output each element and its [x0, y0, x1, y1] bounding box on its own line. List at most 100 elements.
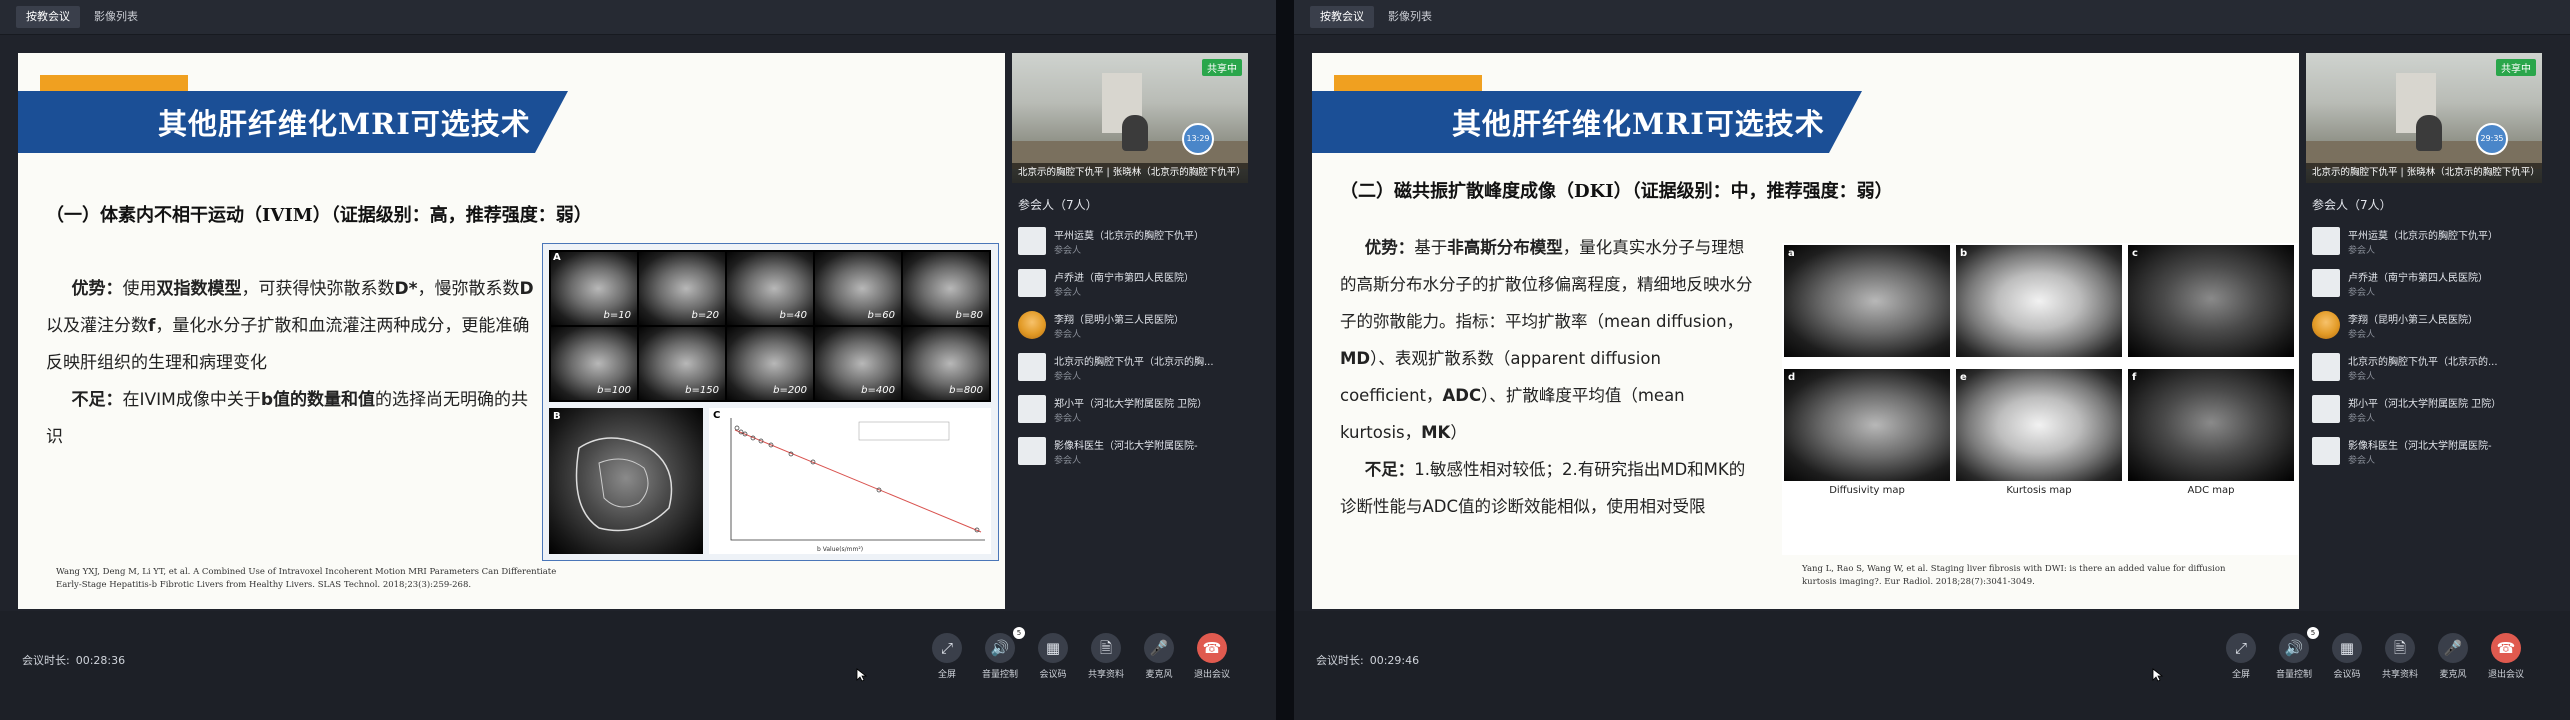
participant-role: 参会人 [1054, 372, 1082, 382]
avatar [1018, 269, 1046, 297]
document-icon: 🗎 [2385, 633, 2415, 663]
volume-button[interactable]: 🔊 5 音量控制 [977, 627, 1025, 680]
slide-body: 优势：使用双指数模型，可获得快弥散系数D*，慢弥散系数D以及灌注分数f，量化水分… [46, 271, 541, 456]
reference-citation: Wang YXJ, Deng M, Li YT, et al. A Combin… [56, 567, 557, 590]
speaker-video[interactable]: 29:35 共享中 北京示的胸腔下仇平 | 张晓林（北京示的胸腔下仇平） [2306, 53, 2542, 183]
microphone-icon: 🎤 [2438, 633, 2468, 663]
control-label: 音量控制 [2275, 670, 2312, 680]
microphone-button[interactable]: 🎤 麦克风 [1136, 633, 1182, 680]
figure-panel-c: C b Value(s/mm²) [709, 408, 991, 554]
participant-name: 李翔（昆明小第三人民医院） [2348, 315, 2478, 326]
advantage-text: 以及灌注分数 [46, 316, 148, 336]
participant-name: 郑小平（河北大学附属医院 卫院） [2348, 399, 2502, 410]
fullscreen-button[interactable]: ⤢ 全屏 [924, 633, 970, 680]
participant-row[interactable]: 卢乔进（南宁市第四人民医院） 参会人 [2312, 267, 2548, 307]
b-value-label: b=150 [685, 385, 719, 396]
b-value-label: b=20 [691, 310, 719, 321]
tab-image-list[interactable]: 影像列表 [84, 6, 148, 28]
tab-image-list[interactable]: 影像列表 [1378, 6, 1442, 28]
avatar [1018, 311, 1046, 339]
participant-row[interactable]: 北京示的胸腔下仇平（北京示的... 参会人 [2312, 351, 2548, 391]
avatar [2312, 437, 2340, 465]
disadvantage-paragraph: 不足：1.敏感性相对较低；2.有研究指出MD和MK的诊断性能与ADC值的诊断效能… [1340, 451, 1760, 525]
participant-row[interactable]: 李翔（昆明小第三人民医院） 参会人 [1018, 309, 1254, 349]
advantage-bold: 非高斯分布模型 [1447, 238, 1563, 257]
meeting-duration: 会议时长: 00:28:36 [22, 652, 125, 668]
meeting-code-button[interactable]: ▦ 会议码 [2324, 633, 2370, 680]
participant-count: 参会人（7人） [2312, 198, 2392, 212]
control-label: 麦克风 [1145, 670, 1173, 680]
participant-name: 卢乔进（南宁市第四人民医院） [1054, 273, 1194, 284]
panel-letter: e [1960, 372, 1967, 383]
dki-map-panel: c [2128, 245, 2294, 357]
advantage-label: 优势： [71, 279, 123, 299]
map-caption: ADC map [2187, 485, 2235, 496]
control-label: 麦克风 [2439, 670, 2467, 680]
mri-slice: b=60 [815, 252, 901, 325]
fit-line [734, 429, 982, 533]
b-value-label: b=200 [773, 385, 807, 396]
control-label: 共享资料 [2381, 670, 2418, 680]
microphone-icon: 🎤 [1144, 633, 1174, 663]
share-files-button[interactable]: 🗎 共享资料 [1083, 633, 1129, 680]
dki-map-panel: e [1956, 369, 2122, 481]
document-icon: 🗎 [1091, 633, 1121, 663]
dki-map-panel: d [1784, 369, 1950, 481]
reference-citation: Yang L, Rao S, Wang W, et al. Staging li… [1802, 564, 2226, 587]
participant-row[interactable]: 北京示的胸腔下仇平（北京示的胸... 参会人 [1018, 351, 1254, 391]
top-tab-bar: 按教会议 影像列表 [0, 0, 1276, 35]
ivim-decay-chart [730, 418, 985, 541]
participant-sidebar: 13:29 共享中 北京示的胸腔下仇平 | 张晓林（北京示的胸腔下仇平） 参会人… [1010, 53, 1264, 611]
tab-meeting[interactable]: 按教会议 [1310, 6, 1374, 28]
meeting-window-left: 按教会议 影像列表 其他肝纤维化MRI可选技术 （一）体素内不相干运动（IVIM… [0, 0, 1276, 720]
participant-row[interactable]: 卢乔进（南宁市第四人民医院） 参会人 [1018, 267, 1254, 307]
microphone-button[interactable]: 🎤 麦克风 [2430, 633, 2476, 680]
participant-row[interactable]: 平州运莫（北京示的胸腔下仇平） 参会人 [2312, 225, 2548, 265]
participant-name: 郑小平（河北大学附属医院 卫院） [1054, 399, 1208, 410]
participant-name: 北京示的胸腔下仇平（北京示的... [2348, 357, 2498, 368]
avatar [2312, 227, 2340, 255]
avatar [1018, 437, 1046, 465]
panel-letter: b [1960, 248, 1968, 259]
control-label: 全屏 [2231, 670, 2250, 680]
hangup-icon: ☎ [1197, 633, 1227, 663]
advantage-text: 基于 [1414, 238, 1448, 257]
advantage-text: ，可获得快弥散系数 [241, 279, 395, 299]
meeting-code-button[interactable]: ▦ 会议码 [1030, 633, 1076, 680]
volume-button[interactable]: 🔊 5 音量控制 [2271, 627, 2319, 680]
dki-map-panel: f [2128, 369, 2294, 481]
video-person [1122, 115, 1148, 151]
control-label: 退出会议 [2487, 670, 2524, 680]
mri-slice: b=200 [727, 327, 813, 400]
speaker-icon: 🔊 [2279, 633, 2309, 663]
advantage-bold: ADC [1442, 386, 1482, 405]
map-caption: Diffusivity map [1829, 485, 1905, 496]
slide-body: 优势：基于非高斯分布模型，量化真实水分子与理想的高斯分布水分子的扩散位移偏离程度… [1340, 229, 1760, 525]
participant-role: 参会人 [2348, 246, 2376, 256]
participant-row[interactable]: 影像科医生（河北大学附属医院- 参会人 [1018, 435, 1254, 475]
qr-code-icon: ▦ [1038, 633, 1068, 663]
panel-letter: f [2132, 372, 2137, 383]
speaker-video[interactable]: 13:29 共享中 北京示的胸腔下仇平 | 张晓林（北京示的胸腔下仇平） [1012, 53, 1248, 183]
dki-figure: a b c d e f Diffusivity map Kurtosis map ADC map [1782, 243, 2298, 555]
participant-role: 参会人 [2348, 330, 2376, 340]
tab-meeting[interactable]: 按教会议 [16, 6, 80, 28]
meeting-duration: 会议时长: 00:29:46 [1316, 652, 1419, 668]
panel-letter: c [2132, 248, 2138, 259]
participant-row[interactable]: 影像科医生（河北大学附属医院- 参会人 [2312, 435, 2548, 475]
map-caption: Kurtosis map [2006, 485, 2072, 496]
advantage-text: 使用 [122, 279, 157, 299]
participant-row[interactable]: 平州运莫（北京示的胸腔下仇平） 参会人 [1018, 225, 1254, 265]
speaker-name: 北京示的胸腔下仇平 | 张晓林（北京示的胸腔下仇平） [1012, 163, 1248, 183]
leave-meeting-button[interactable]: ☎ 退出会议 [1189, 633, 1235, 680]
top-tab-bar: 按教会议 影像列表 [1294, 0, 2570, 35]
disadvantage-paragraph: 不足：在IVIM成像中关于b值的数量和值的选择尚无明确的共识 [46, 382, 541, 456]
participant-row[interactable]: 郑小平（河北大学附属医院 卫院） 参会人 [1018, 393, 1254, 433]
share-files-button[interactable]: 🗎 共享资料 [2377, 633, 2423, 680]
fullscreen-button[interactable]: ⤢ 全屏 [2218, 633, 2264, 680]
leave-meeting-button[interactable]: ☎ 退出会议 [2483, 633, 2529, 680]
dki-map-panel: b [1956, 245, 2122, 357]
participant-row[interactable]: 李翔（昆明小第三人民医院） 参会人 [2312, 309, 2548, 349]
participant-row[interactable]: 郑小平（河北大学附属医院 卫院） 参会人 [2312, 393, 2548, 433]
participant-name: 北京示的胸腔下仇平（北京示的胸... [1054, 357, 1214, 368]
